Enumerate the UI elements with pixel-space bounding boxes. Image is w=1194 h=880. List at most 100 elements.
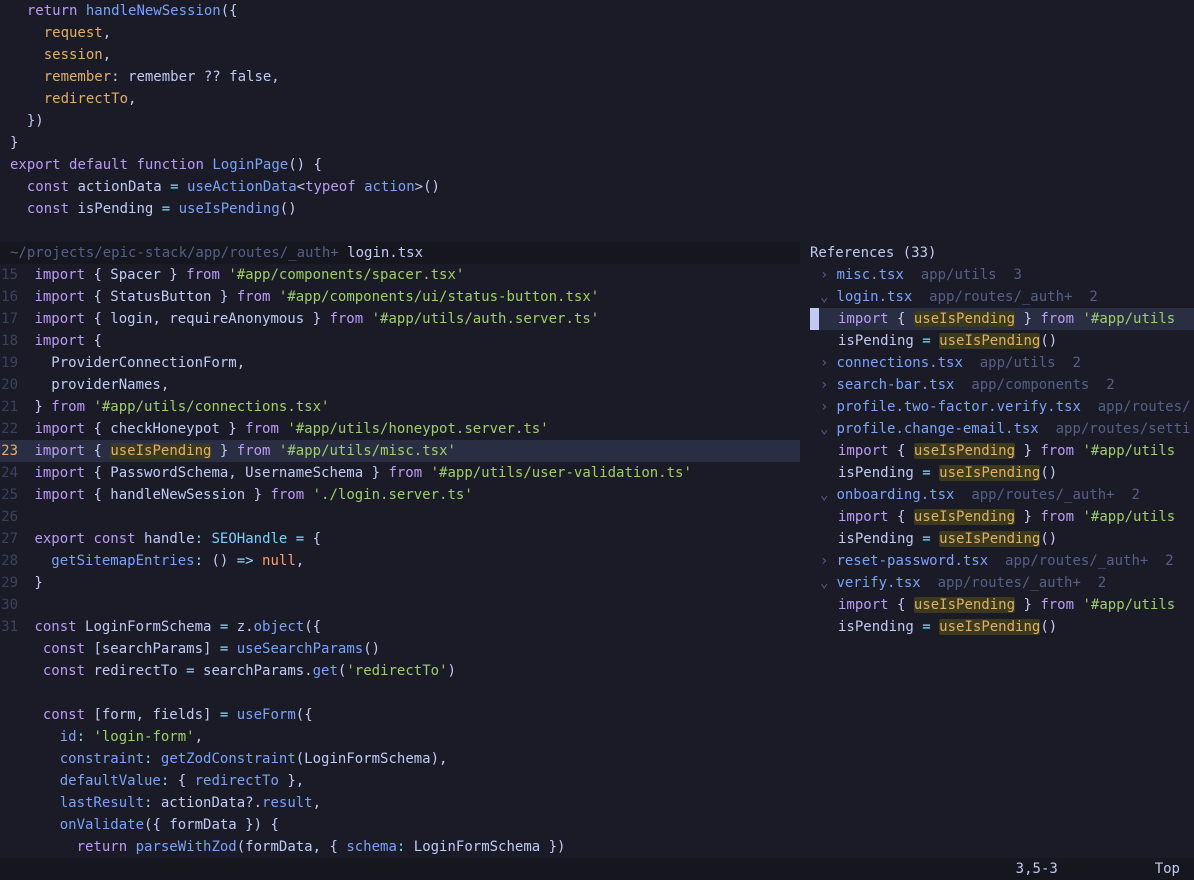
code-line[interactable]: const redirectTo = searchParams.get('red…	[0, 660, 800, 682]
chevron-right-icon[interactable]: ›	[820, 352, 828, 374]
line-number: 23	[0, 440, 26, 462]
winbar-file: login.tsx	[339, 245, 423, 261]
line-number: 15	[0, 264, 26, 286]
code-line[interactable]: 23 import { useIsPending } from '#app/ut…	[0, 440, 800, 462]
line-number: 17	[0, 308, 26, 330]
line-number: 18	[0, 330, 26, 352]
code-line[interactable]: export default function LoginPage() {	[10, 154, 800, 176]
reference-count: 3	[1013, 267, 1021, 283]
line-number: 19	[0, 352, 26, 374]
line-number: 21	[0, 396, 26, 418]
code-line[interactable]: 15 import { Spacer } from '#app/componen…	[0, 264, 800, 286]
reference-path: app/routes/_auth+	[938, 575, 1081, 591]
reference-path: app/routes/	[1098, 399, 1191, 415]
reference-occurrence[interactable]: isPending = useIsPending()	[810, 616, 1194, 638]
code-line[interactable]	[0, 682, 800, 704]
code-line[interactable]: }	[10, 132, 800, 154]
code-line[interactable]: 28 getSitemapEntries: () => null,	[0, 550, 800, 572]
reference-file-row[interactable]: › connections.tsx app/utils 2	[810, 352, 1194, 374]
reference-occurrence[interactable]: import { useIsPending } from '#app/utils	[810, 308, 1194, 330]
code-line[interactable]: onValidate({ formData }) {	[0, 814, 800, 836]
code-line[interactable]: session,	[10, 44, 800, 66]
reference-filename: search-bar.tsx	[836, 377, 954, 393]
reference-path: app/components	[971, 377, 1089, 393]
reference-file-row[interactable]: ⌄ verify.tsx app/routes/_auth+ 2	[810, 572, 1194, 594]
code-line[interactable]: 18 import {	[0, 330, 800, 352]
code-line[interactable]: return parseWithZod(formData, { schema: …	[0, 836, 800, 858]
references-panel[interactable]: › misc.tsx app/utils 3⌄ login.tsx app/ro…	[810, 264, 1194, 880]
code-line[interactable]: 27 export const handle: SEOHandle = {	[0, 528, 800, 550]
code-line[interactable]: request,	[10, 22, 800, 44]
code-line[interactable]: lastResult: actionData?.result,	[0, 792, 800, 814]
references-cursor	[810, 308, 819, 330]
code-line[interactable]: const [searchParams] = useSearchParams()	[0, 638, 800, 660]
reference-file-row[interactable]: ⌄ login.tsx app/routes/_auth+ 2	[810, 286, 1194, 308]
chevron-down-icon[interactable]: ⌄	[820, 286, 828, 308]
code-line[interactable]: 25 import { handleNewSession } from './l…	[0, 484, 800, 506]
reference-count: 2	[1098, 575, 1106, 591]
code-line[interactable]: 31 const LoginFormSchema = z.object({	[0, 616, 800, 638]
code-line[interactable]: constraint: getZodConstraint(LoginFormSc…	[0, 748, 800, 770]
code-line[interactable]: id: 'login-form',	[0, 726, 800, 748]
code-line[interactable]: 20 providerNames,	[0, 374, 800, 396]
reference-path: app/routes/_auth+	[929, 289, 1072, 305]
editor-main-pane[interactable]: 15 import { Spacer } from '#app/componen…	[0, 264, 800, 858]
editor-preview-pane[interactable]: return handleNewSession({ request, sessi…	[0, 0, 800, 242]
reference-file-row[interactable]: ⌄ onboarding.tsx app/routes/_auth+ 2	[810, 484, 1194, 506]
reference-filename: profile.change-email.tsx	[836, 421, 1038, 437]
code-line[interactable]: 21 } from '#app/utils/connections.tsx'	[0, 396, 800, 418]
chevron-right-icon[interactable]: ›	[820, 396, 828, 418]
reference-occurrence[interactable]: isPending = useIsPending()	[810, 462, 1194, 484]
scroll-percent: Top	[1155, 858, 1180, 880]
code-line[interactable]: const [form, fields] = useForm({	[0, 704, 800, 726]
reference-path: app/routes/setti	[1056, 421, 1191, 437]
chevron-down-icon[interactable]: ⌄	[820, 572, 828, 594]
reference-path: app/utils	[980, 355, 1056, 371]
code-line[interactable]: 22 import { checkHoneypot } from '#app/u…	[0, 418, 800, 440]
line-number: 31	[0, 616, 26, 638]
code-line[interactable]: 16 import { StatusButton } from '#app/co…	[0, 286, 800, 308]
reference-occurrence[interactable]: import { useIsPending } from '#app/utils	[810, 506, 1194, 528]
reference-filename: onboarding.tsx	[836, 487, 954, 503]
code-line[interactable]: const actionData = useActionData<typeof …	[10, 176, 800, 198]
references-title: References (33)	[810, 242, 936, 264]
editor-winbar: ~/projects/epic-stack/app/routes/_auth+ …	[0, 242, 800, 264]
chevron-right-icon[interactable]: ›	[820, 550, 828, 572]
reference-path: app/utils	[921, 267, 997, 283]
line-number: 16	[0, 286, 26, 308]
line-number: 29	[0, 572, 26, 594]
code-line[interactable]: 17 import { login, requireAnonymous } fr…	[0, 308, 800, 330]
chevron-right-icon[interactable]: ›	[820, 374, 828, 396]
reference-occurrence[interactable]: import { useIsPending } from '#app/utils	[810, 594, 1194, 616]
reference-filename: connections.tsx	[836, 355, 962, 371]
reference-occurrence[interactable]: import { useIsPending } from '#app/utils	[810, 440, 1194, 462]
reference-occurrence[interactable]: isPending = useIsPending()	[810, 528, 1194, 550]
code-line[interactable]: remember: remember ?? false,	[10, 66, 800, 88]
reference-count: 2	[1072, 355, 1080, 371]
reference-file-row[interactable]: › reset-password.tsx app/routes/_auth+ 2	[810, 550, 1194, 572]
reference-count: 2	[1165, 553, 1173, 569]
code-line[interactable]: 24 import { PasswordSchema, UsernameSche…	[0, 462, 800, 484]
reference-occurrence[interactable]: isPending = useIsPending()	[810, 330, 1194, 352]
winbar-dir: ~/projects/epic-stack/app/routes/_auth+	[10, 245, 339, 261]
reference-file-row[interactable]: › search-bar.tsx app/components 2	[810, 374, 1194, 396]
code-line[interactable]: return handleNewSession({	[10, 0, 800, 22]
reference-filename: profile.two-factor.verify.tsx	[836, 399, 1080, 415]
cursor-position: 3,5-3	[1016, 858, 1058, 880]
code-line[interactable]: 30	[0, 594, 800, 616]
line-number: 26	[0, 506, 26, 528]
chevron-right-icon[interactable]: ›	[820, 264, 828, 286]
reference-file-row[interactable]: › misc.tsx app/utils 3	[810, 264, 1194, 286]
chevron-down-icon[interactable]: ⌄	[820, 418, 828, 440]
reference-file-row[interactable]: › profile.two-factor.verify.tsx app/rout…	[810, 396, 1194, 418]
code-line[interactable]: redirectTo,	[10, 88, 800, 110]
code-line[interactable]: defaultValue: { redirectTo },	[0, 770, 800, 792]
code-line[interactable]: const isPending = useIsPending()	[10, 198, 800, 220]
code-line[interactable]: 19 ProviderConnectionForm,	[0, 352, 800, 374]
code-line[interactable]: 26	[0, 506, 800, 528]
code-line[interactable]: })	[10, 110, 800, 132]
code-line[interactable]: 29 }	[0, 572, 800, 594]
chevron-down-icon[interactable]: ⌄	[820, 484, 828, 506]
reference-filename: reset-password.tsx	[836, 553, 988, 569]
reference-file-row[interactable]: ⌄ profile.change-email.tsx app/routes/se…	[810, 418, 1194, 440]
